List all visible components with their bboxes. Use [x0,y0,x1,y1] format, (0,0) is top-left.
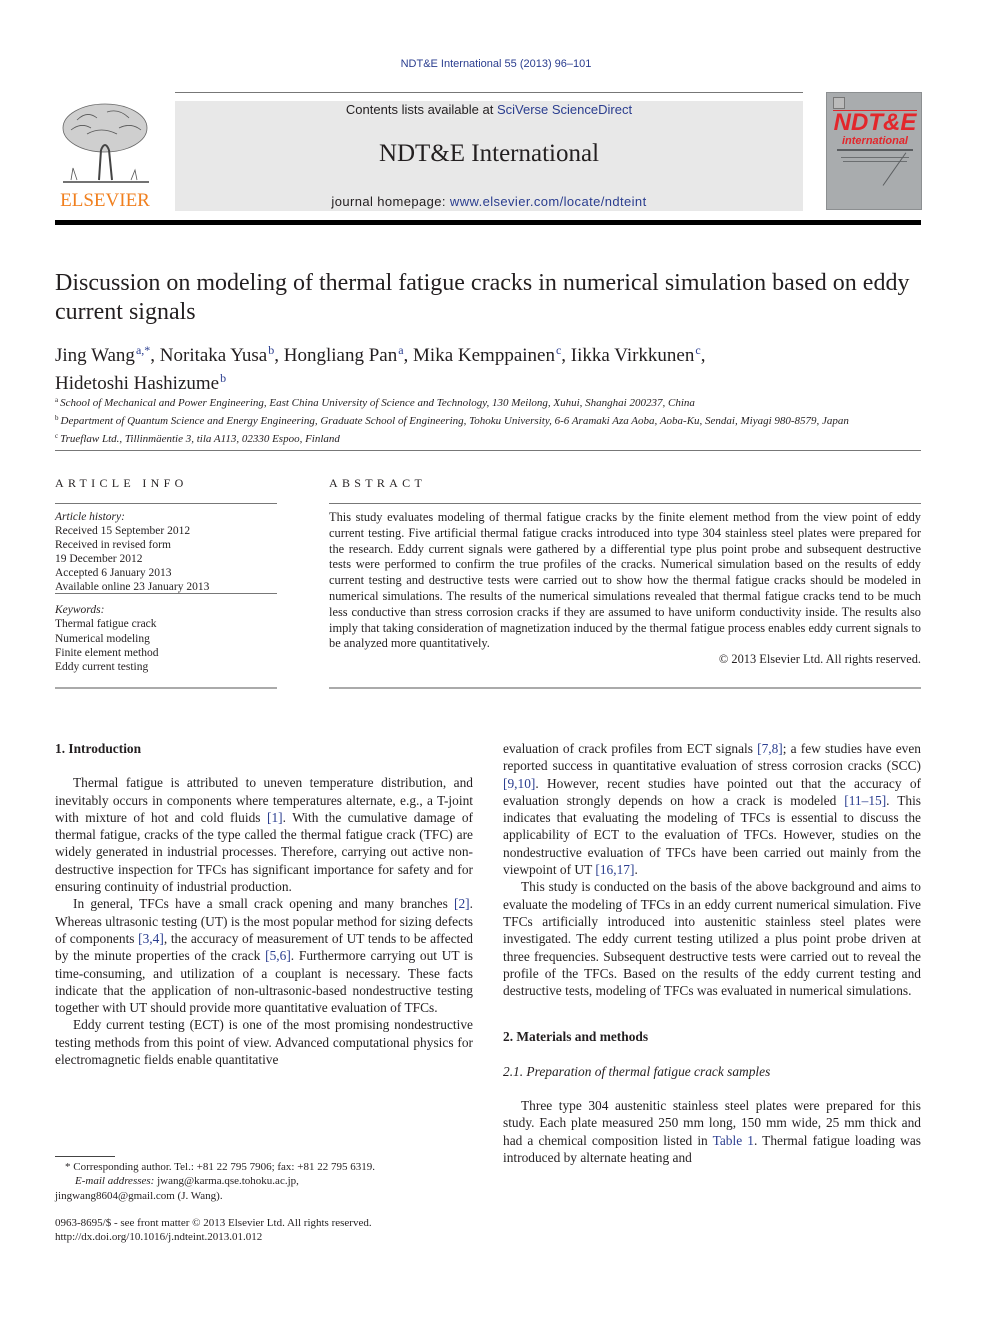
text-run: evaluation of crack profiles from ECT si… [503,741,758,756]
article-history: Article history: Received 15 September 2… [55,510,285,594]
reference-link[interactable]: [7,8] [757,741,783,756]
cover-title: NDT&E [833,109,917,136]
author[interactable]: Mika Kemppainenc [413,343,561,366]
article-info-rule [55,503,277,504]
contents-prefix: Contents lists available at [345,102,497,117]
affiliation: a School of Mechanical and Power Engineer… [55,396,695,409]
abstract-rule [329,687,921,689]
text-run: . [634,862,638,878]
affiliation: c Trueflaw Ltd., Tillinmäentie 3, tila A1… [55,432,340,445]
subsection-heading: 2.1. Preparation of thermal fatigue crac… [503,1063,771,1079]
email-label: E-mail addresses: [75,1175,155,1188]
text-run: In general, TFCs have a small crack open… [73,896,455,912]
elsevier-tree-icon [62,103,149,183]
history-item: Available online 23 January 2013 [55,581,210,593]
issn-copyright: 0963-8695/$ - see front matter © 2013 El… [55,1217,372,1229]
cover-publisher-icon [833,97,845,109]
affiliations: a School of Mechanical and Power Engineer… [55,393,935,447]
corresponding-author-footnote: * Corresponding author. Tel.: +81 22 795… [55,1160,475,1203]
keywords-label: Keywords: [55,604,105,616]
abstract-heading: ABSTRACT [329,476,427,490]
paragraph: Three type 304 austenitic stainless stee… [503,1097,921,1166]
section-divider [55,450,921,451]
text-run: This study is conducted on the basis of … [503,879,921,999]
reference-link[interactable]: [16,17] [595,862,634,877]
reference-link[interactable]: [11–15] [844,793,886,808]
paragraph: evaluation of crack profiles from ECT si… [503,740,921,878]
cover-tagline [837,149,913,151]
sciencedirect-link[interactable]: SciVerse ScienceDirect [497,102,632,117]
paragraph: This study is conducted on the basis of … [503,878,921,999]
reference-link[interactable]: Table 1 [713,1133,754,1148]
footnote-rule [55,1156,115,1157]
keyword: Numerical modeling [55,632,150,645]
header-rule-top [175,92,803,93]
author[interactable]: Jing Wanga,* [55,343,150,366]
body-column-left: 1. Introduction Thermal fatigue is attri… [55,740,473,1068]
author[interactable]: Iikka Virkkunenc [571,343,701,366]
article-info-heading: ARTICLE INFO [55,476,188,490]
author[interactable]: Hongliang Pana [284,343,404,366]
email-link[interactable]: jwang@karma.qse.tohoku.ac.jp, [154,1175,299,1187]
journal-name: NDT&E International [378,140,600,167]
abstract-rule [329,503,921,504]
article-title: Discussion on modeling of thermal fatigu… [55,270,910,325]
email-link[interactable]: jingwang8604@gmail.com (J. Wang). [55,1189,475,1203]
homepage-prefix: journal homepage: [331,194,450,209]
reference-link[interactable]: [1] [267,810,283,825]
doi-link[interactable]: http://dx.doi.org/10.1016/j.ndteint.2013… [55,1230,475,1244]
keywords: Keywords: Thermal fatigue crack Numerica… [55,603,285,674]
author[interactable]: Hidetoshi Hashizumeb [55,371,226,394]
keyword: Thermal fatigue crack [55,618,157,631]
history-item: Received in revised form [55,539,171,551]
history-item: 19 December 2012 [55,553,143,565]
journal-citation[interactable]: NDT&E International 55 (2013) 96–101 [0,58,992,70]
keyword: Finite element method [55,646,159,659]
journal-cover-thumbnail: NDT&E international [826,92,922,210]
body-column-right: evaluation of crack profiles from ECT si… [503,740,921,1166]
header-rule-bottom [55,220,921,225]
paragraph: Thermal fatigue is attributed to uneven … [55,774,473,895]
history-item: Received 15 September 2012 [55,525,191,537]
reference-link[interactable]: [2] [454,896,470,911]
reference-link[interactable]: [5,6] [265,948,291,963]
section-heading: 1. Introduction [55,741,142,756]
abstract-text: This study evaluates modeling of thermal… [329,510,921,651]
corresponding-author: * Corresponding author. Tel.: +81 22 795… [65,1161,375,1173]
section-heading: 2. Materials and methods [503,1029,649,1045]
abstract-copyright: © 2013 Elsevier Ltd. All rights reserved… [718,652,921,667]
history-item: Accepted 6 January 2013 [55,567,172,579]
reference-link[interactable]: [9,10] [503,776,535,791]
homepage-link[interactable]: www.elsevier.com/locate/ndteint [450,194,647,209]
homepage-line: journal homepage: www.elsevier.com/locat… [175,194,803,209]
paragraph: Eddy current testing (ECT) is one of the… [55,1016,473,1068]
cover-subtitle: international [841,135,908,147]
keyword: Eddy current testing [55,661,149,674]
contents-line: Contents lists available at SciVerse Sci… [175,102,803,117]
paragraph: In general, TFCs have a small crack open… [55,895,473,1016]
article-info-rule [55,593,277,594]
history-label: Article history: [55,511,125,523]
reference-link[interactable]: [3,4] [138,931,164,946]
elsevier-logo: ELSEVIER [55,100,155,212]
cover-text-line [841,157,909,158]
article-info-rule [55,687,277,689]
elsevier-wordmark: ELSEVIER [60,190,150,211]
affiliation: b Department of Quantum Science and Energ… [55,414,849,427]
author-list: Jing Wanga,*, Noritaka Yusab, Hongliang … [55,343,706,394]
issn-notice: 0963-8695/$ - see front matter © 2013 El… [55,1216,475,1245]
abstract: This study evaluates modeling of thermal… [329,510,921,668]
text-run: Eddy current testing (ECT) is one of the… [55,1017,473,1068]
author[interactable]: Noritaka Yusab [160,343,274,366]
